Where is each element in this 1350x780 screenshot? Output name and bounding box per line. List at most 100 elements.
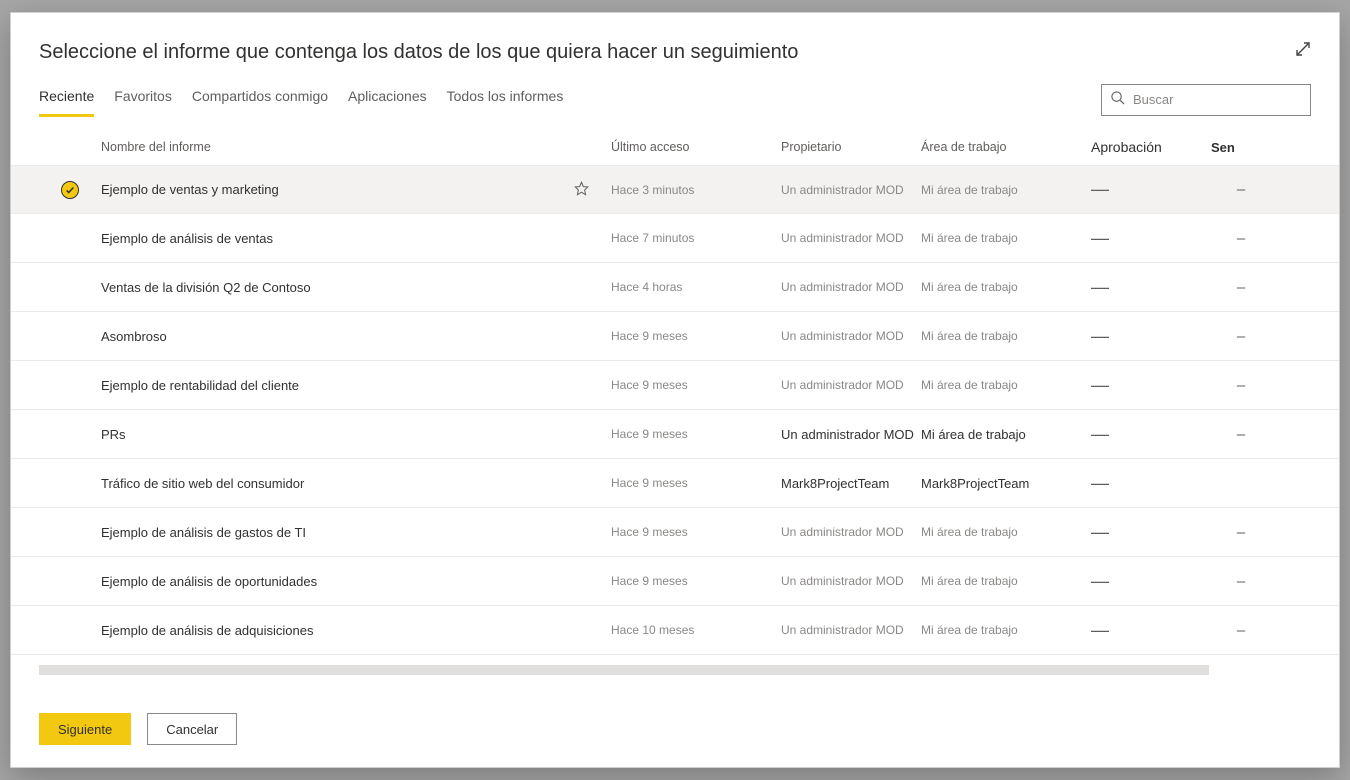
tab-aplicaciones[interactable]: Aplicaciones xyxy=(348,82,427,117)
tab-favoritos[interactable]: Favoritos xyxy=(114,82,172,117)
approval-cell: — xyxy=(1091,473,1211,494)
approval-cell: — xyxy=(1091,179,1211,200)
table-header: Nombre del informe Último acceso Propiet… xyxy=(11,129,1339,165)
approval-cell: — xyxy=(1091,424,1211,445)
report-name-cell: Ejemplo de análisis de ventas xyxy=(101,231,611,246)
dialog-footer: Siguiente Cancelar xyxy=(11,695,1339,767)
table-body: Ejemplo de ventas y marketing Hace 3 minu… xyxy=(11,165,1339,663)
approval-cell: — xyxy=(1091,277,1211,298)
search-icon xyxy=(1110,90,1125,110)
col-last-access[interactable]: Último acceso xyxy=(611,140,781,154)
table-row[interactable]: Ejemplo de análisis de adquisiciones Hace… xyxy=(11,606,1339,655)
report-name-cell: Tráfico de sitio web del consumidor xyxy=(101,476,611,491)
owner-cell: Un administrador MOD xyxy=(781,231,921,245)
report-picker-dialog: Seleccione el informe que contenga los d… xyxy=(10,12,1340,768)
approval-cell: — xyxy=(1091,522,1211,543)
report-name: Ejemplo de análisis de adquisiciones xyxy=(101,623,313,638)
cancel-button[interactable]: Cancelar xyxy=(147,713,237,745)
table-row[interactable]: Ventas de la división Q2 de ContosoHace … xyxy=(11,263,1339,312)
report-name-cell: Ejemplo de análisis de gastos de TI xyxy=(101,525,611,540)
workspace-cell: Mi área de trabajo xyxy=(921,427,1091,442)
owner-cell: Un administrador MOD xyxy=(781,183,921,197)
sensitivity-cell: – xyxy=(1211,181,1271,198)
report-name: Ejemplo de ventas y marketing xyxy=(101,182,279,197)
report-name: Ejemplo de análisis de ventas xyxy=(101,231,273,246)
workspace-cell: Mark8ProjectTeam xyxy=(921,476,1091,491)
tabs-row: Reciente Favoritos Compartidos conmigo Apli… xyxy=(11,82,1339,117)
col-sensitivity[interactable]: Sen xyxy=(1211,140,1271,155)
last-access-cell: Hace 9 meses xyxy=(611,525,781,539)
report-name: PRs xyxy=(101,427,126,442)
last-access-cell: Hace 9 meses xyxy=(611,427,781,441)
table-row[interactable]: Tráfico de sitio web del consumidor Hace … xyxy=(11,459,1339,508)
report-name-cell: Ejemplo de ventas y marketing xyxy=(101,181,611,199)
row-select-cell[interactable] xyxy=(39,181,101,199)
sensitivity-cell: – xyxy=(1211,622,1271,639)
maximize-icon[interactable] xyxy=(1291,37,1315,61)
tab-todos-los-informes[interactable]: Todos los informes xyxy=(447,82,564,117)
checkmark-icon xyxy=(61,181,79,199)
owner-cell: Mark8ProjectTeam xyxy=(781,476,921,491)
owner-cell: Un administrador MOD xyxy=(781,378,921,392)
last-access-cell: Hace 9 meses xyxy=(611,329,781,343)
workspace-cell: Mi área de trabajo xyxy=(921,623,1091,637)
col-owner[interactable]: Propietario xyxy=(781,140,921,154)
report-name: Ejemplo de análisis de oportunidades xyxy=(101,574,317,589)
sensitivity-cell: – xyxy=(1211,524,1271,541)
workspace-cell: Mi área de trabajo xyxy=(921,574,1091,588)
table-row[interactable]: Ejemplo de análisis de oportunidades Hace… xyxy=(11,557,1339,606)
report-name-cell: Ejemplo de análisis de oportunidades xyxy=(101,574,611,589)
col-name[interactable]: Nombre del informe xyxy=(101,140,611,154)
sensitivity-cell: – xyxy=(1211,377,1271,394)
sensitivity-cell: – xyxy=(1211,426,1271,443)
report-name-cell: Ejemplo de rentabilidad del cliente xyxy=(101,378,611,393)
report-name: Ejemplo de rentabilidad del cliente xyxy=(101,378,299,393)
report-name: Ejemplo de análisis de gastos de TI xyxy=(101,525,306,540)
owner-cell: Un administrador MOD xyxy=(781,623,921,637)
table-row[interactable]: Ejemplo de rentabilidad del cliente Hace … xyxy=(11,361,1339,410)
sensitivity-cell: – xyxy=(1211,279,1271,296)
last-access-cell: Hace 9 meses xyxy=(611,378,781,392)
workspace-cell: Mi área de trabajo xyxy=(921,329,1091,343)
col-approval[interactable]: Aprobación xyxy=(1091,139,1211,155)
last-access-cell: Hace 7 minutos xyxy=(611,231,781,245)
search-input[interactable] xyxy=(1133,92,1309,107)
approval-cell: — xyxy=(1091,326,1211,347)
workspace-cell: Mi área de trabajo xyxy=(921,231,1091,245)
tabs: Reciente Favoritos Compartidos conmigo Apli… xyxy=(39,82,563,117)
horizontal-scrollbar[interactable] xyxy=(39,663,1311,677)
favorite-star-icon[interactable] xyxy=(574,181,589,199)
table-row[interactable]: Ejemplo de ventas y marketing Hace 3 minu… xyxy=(11,165,1339,214)
table-row[interactable]: PRsHace 9 mesesUn administrador MODMi ár… xyxy=(11,410,1339,459)
col-workspace[interactable]: Área de trabajo xyxy=(921,140,1091,154)
owner-cell: Un administrador MOD xyxy=(781,574,921,588)
last-access-cell: Hace 3 minutos xyxy=(611,183,781,197)
last-access-cell: Hace 9 meses xyxy=(611,476,781,490)
sensitivity-cell: – xyxy=(1211,573,1271,590)
tab-reciente[interactable]: Reciente xyxy=(39,82,94,117)
report-table: Nombre del informe Último acceso Propiet… xyxy=(11,129,1339,695)
report-name: Ventas de la división Q2 de Contoso xyxy=(101,280,311,295)
table-row[interactable]: Ejemplo de análisis de gastos de TI Hace … xyxy=(11,508,1339,557)
sensitivity-cell: – xyxy=(1211,328,1271,345)
tab-compartidos-conmigo[interactable]: Compartidos conmigo xyxy=(192,82,328,117)
approval-cell: — xyxy=(1091,375,1211,396)
report-name-cell: PRs xyxy=(101,427,611,442)
workspace-cell: Mi área de trabajo xyxy=(921,525,1091,539)
approval-cell: — xyxy=(1091,228,1211,249)
sensitivity-cell: – xyxy=(1211,230,1271,247)
last-access-cell: Hace 9 meses xyxy=(611,574,781,588)
table-row[interactable]: Ejemplo de análisis de ventas Hace 7 minu… xyxy=(11,214,1339,263)
next-button[interactable]: Siguiente xyxy=(39,713,131,745)
last-access-cell: Hace 10 meses xyxy=(611,623,781,637)
dialog-title: Seleccione el informe que contenga los d… xyxy=(39,41,1311,64)
owner-cell: Un administrador MOD xyxy=(781,280,921,294)
search-box[interactable] xyxy=(1101,84,1311,116)
workspace-cell: Mi área de trabajo xyxy=(921,280,1091,294)
report-name-cell: Ventas de la división Q2 de Contoso xyxy=(101,280,611,295)
owner-cell: Un administrador MOD xyxy=(781,525,921,539)
approval-cell: — xyxy=(1091,571,1211,592)
approval-cell: — xyxy=(1091,620,1211,641)
table-row[interactable]: AsombrosoHace 9 mesesUn administrador MO… xyxy=(11,312,1339,361)
report-name: Tráfico de sitio web del consumidor xyxy=(101,476,304,491)
